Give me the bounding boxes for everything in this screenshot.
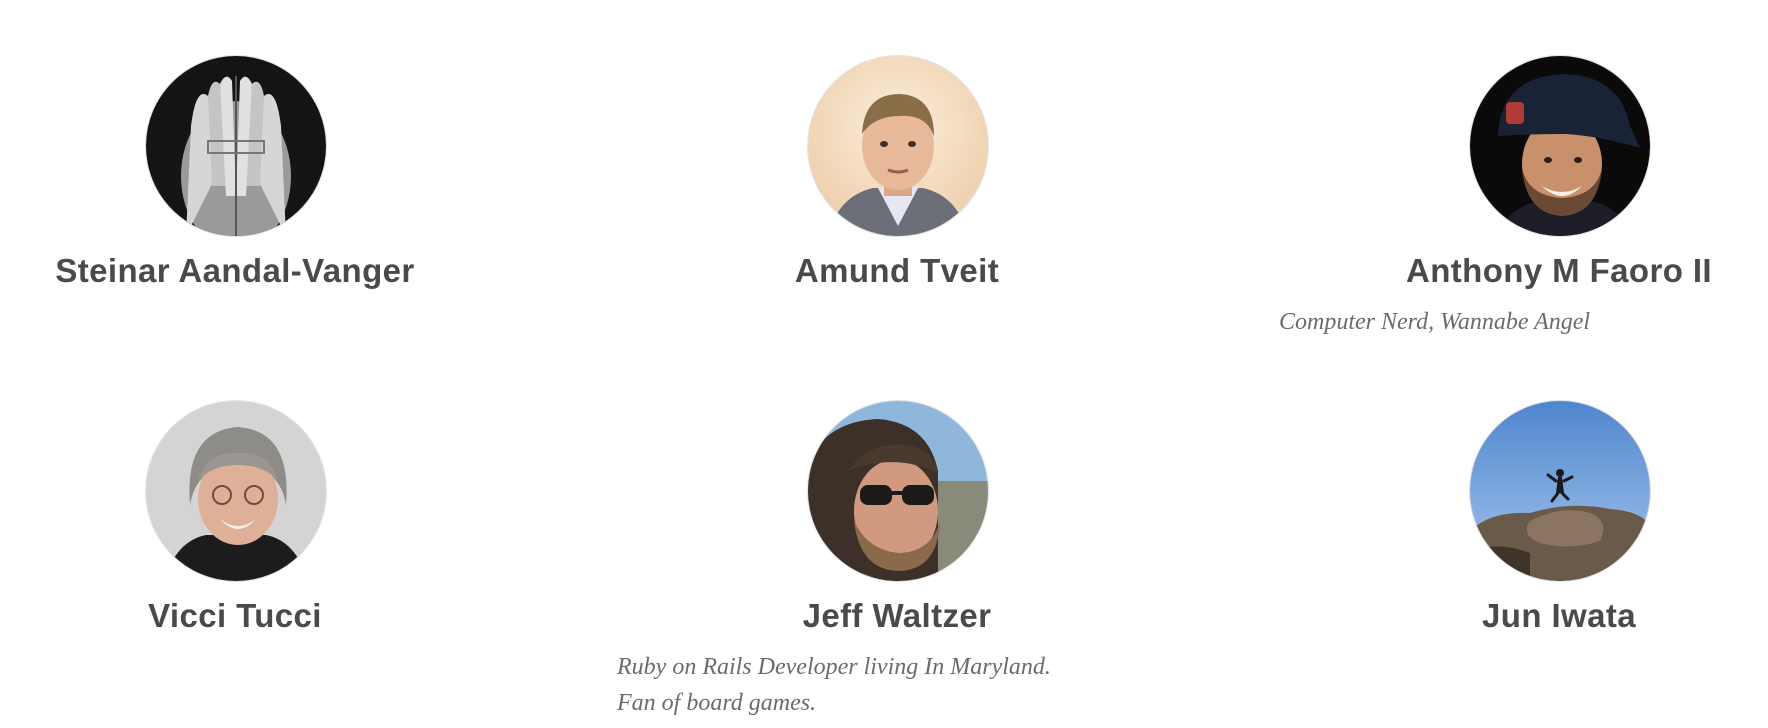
avatar[interactable] <box>146 56 326 236</box>
person-name[interactable]: Steinar Aandal-Vanger <box>55 252 414 290</box>
person-bio: Ruby on Rails Developer living In Maryla… <box>617 649 1051 721</box>
jumper-over-rocks-photo-icon <box>1470 401 1650 581</box>
bio-line: Fan of board games. <box>617 690 817 716</box>
avatar[interactable] <box>808 56 988 236</box>
person-bio: Computer Nerd, Wannabe Angel <box>1279 304 1590 340</box>
person-name[interactable]: Jun Iwata <box>1482 597 1636 635</box>
person-name[interactable]: Anthony M Faoro II <box>1406 252 1712 290</box>
person-name[interactable]: Amund Tveit <box>795 252 999 290</box>
woman-portrait-photo-icon <box>146 401 326 581</box>
man-with-cap-photo-icon <box>1470 56 1650 236</box>
hands-over-face-photo-icon <box>146 56 326 236</box>
person-name[interactable]: Jeff Waltzer <box>803 597 992 635</box>
people-grid: Steinar Aandal-Vanger Amund Tveit Anthon… <box>0 0 1768 728</box>
avatar[interactable] <box>1470 401 1650 581</box>
bio-line: Ruby on Rails Developer living In Maryla… <box>617 654 1051 680</box>
bio-line: Computer Nerd, Wannabe Angel <box>1279 309 1591 335</box>
person-name[interactable]: Vicci Tucci <box>148 597 322 635</box>
man-portrait-photo-icon <box>808 56 988 236</box>
avatar[interactable] <box>808 401 988 581</box>
man-with-sunglasses-photo-icon <box>808 401 988 581</box>
avatar[interactable] <box>146 401 326 581</box>
avatar[interactable] <box>1470 56 1650 236</box>
